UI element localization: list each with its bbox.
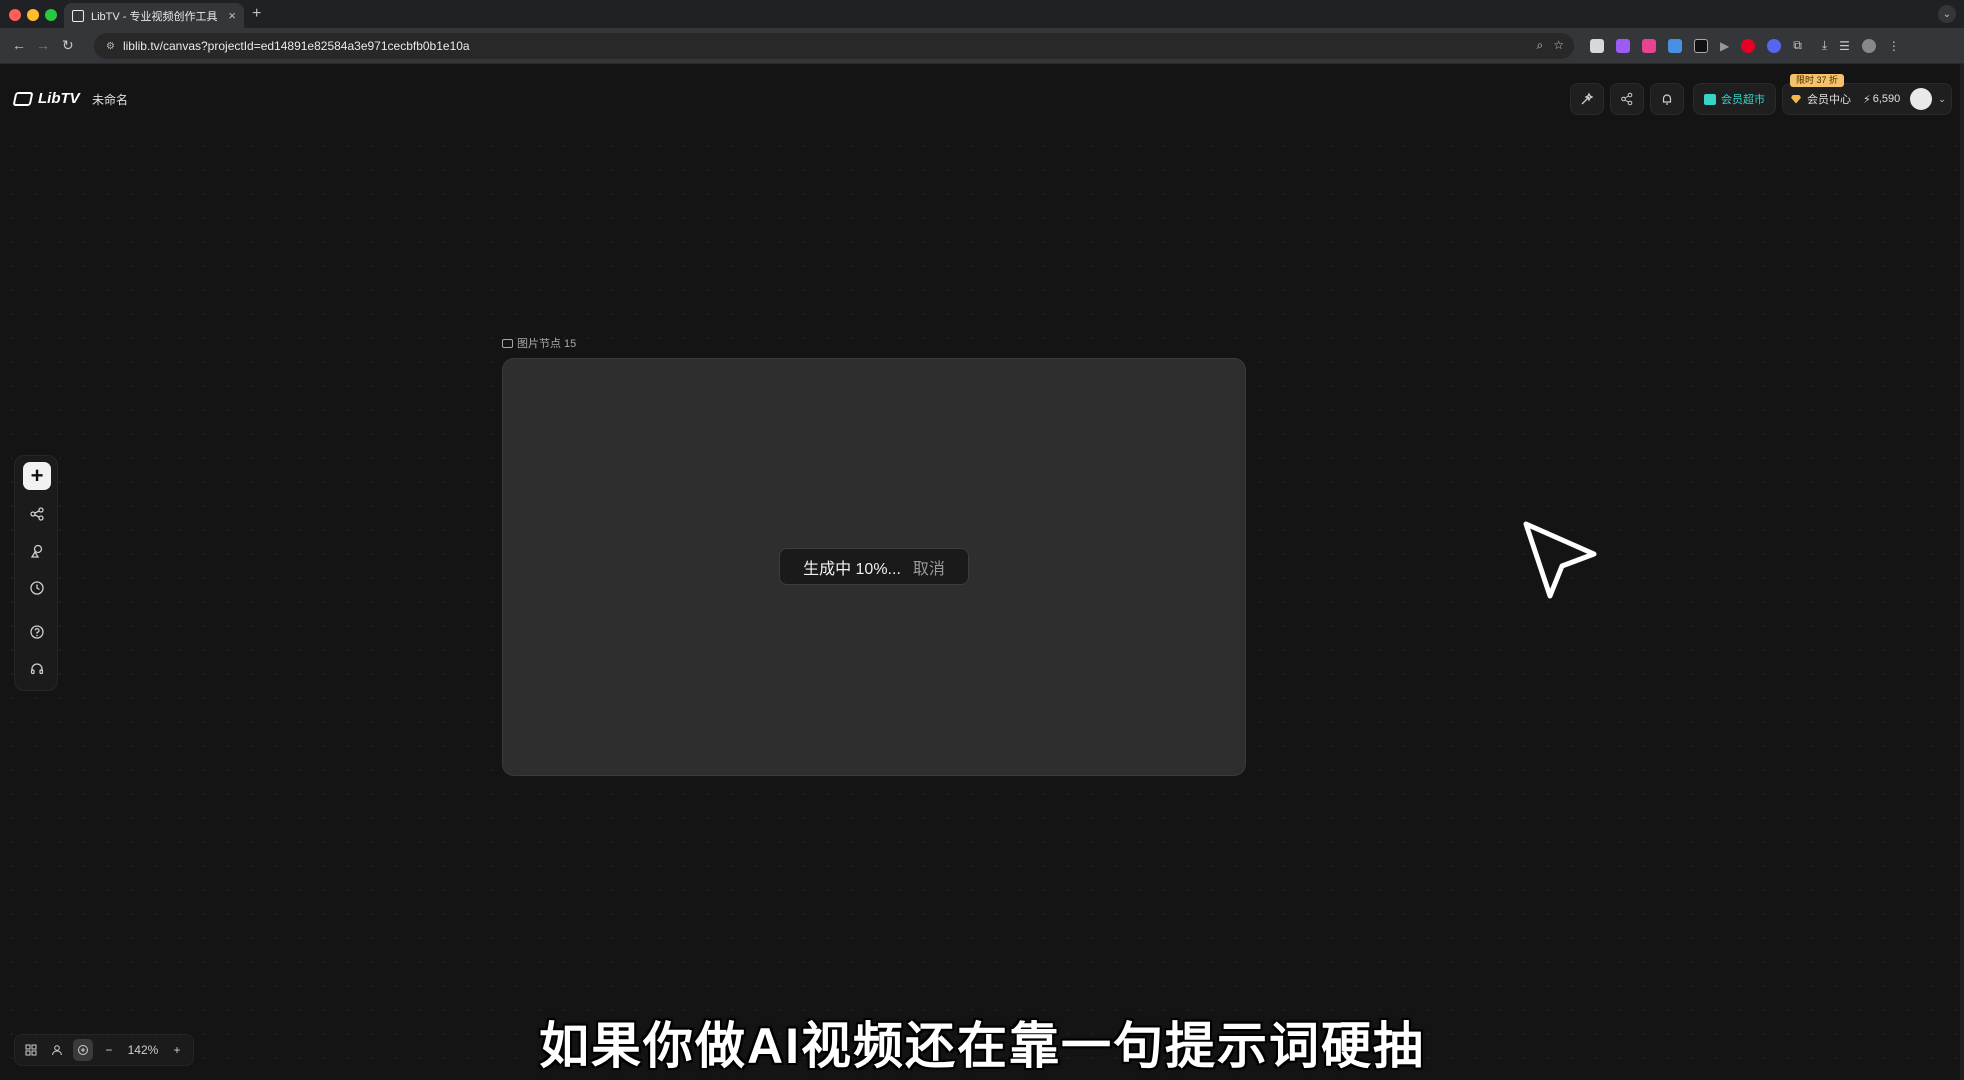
extension-icon[interactable] [1694,38,1708,53]
reload-icon[interactable]: ↻ [62,37,74,54]
mouse-cursor-icon [1523,521,1597,599]
clock-icon [30,581,44,595]
forward-icon[interactable]: → [36,37,50,53]
image-icon [502,338,513,348]
wand-icon [1581,92,1594,105]
close-window-button[interactable] [9,9,21,21]
member-center-group[interactable]: 会员中心 ⚡ 6,590 ⌄ [1782,83,1952,115]
pinterest-extension-icon[interactable] [1741,38,1756,53]
help-button[interactable] [23,618,51,646]
magic-wand-button[interactable] [1570,83,1604,115]
tab-search-icon[interactable]: ⌄ [1938,5,1956,23]
play-extension-icon[interactable]: ▶ [1720,39,1729,53]
add-node-button[interactable]: + [23,462,51,490]
extension-icon[interactable] [1590,38,1604,53]
node-label-text: 图片节点 15 [517,338,577,350]
member-market-button[interactable]: 会员超市 [1693,83,1776,115]
store-icon [1704,93,1716,105]
cancel-generation-button[interactable]: 取消 [913,555,945,579]
bell-icon [1662,94,1672,105]
libtv-logo[interactable]: LibTV [12,90,80,107]
extensions-row: ▶ ⧉ ⤓ ☰ ⋮ [1590,38,1900,53]
support-button[interactable] [23,655,51,683]
headset-icon [30,663,44,675]
progress-text: 生成中 10%... [803,560,901,578]
tab-title: LibTV - 专业视频创作工具 [91,10,218,23]
reading-list-icon[interactable]: ☰ [1839,39,1850,53]
maximize-window-button[interactable] [45,9,57,21]
notification-button[interactable] [1650,83,1684,115]
workflow-icon [30,507,44,521]
window-edge [1960,64,1964,1080]
project-title[interactable]: 未命名 [92,91,128,108]
chevron-down-icon[interactable]: ⌄ [1938,94,1946,105]
share-icon [1621,92,1633,106]
lightning-icon: ⚡ [1863,93,1871,106]
zoom-icon[interactable]: ⌕ [1537,38,1544,53]
logo-text: LibTV [38,90,80,107]
browser-tab[interactable]: LibTV - 专业视频创作工具 × [64,3,244,28]
app-header: LibTV 未命名 会员超市 会员中心 ⚡ 6,590 ⌄ 限时 37 折 [0,64,1964,134]
libtv-logo-icon [12,91,34,106]
site-settings-icon[interactable]: ⚙ [106,41,115,52]
extension-icon[interactable] [1767,38,1782,53]
bookmark-star-icon[interactable]: ☆ [1553,38,1564,53]
credits-count: 6,590 [1872,93,1901,105]
new-tab-button[interactable]: + [252,5,261,23]
download-icon[interactable]: ⤓ [1822,38,1827,53]
back-icon[interactable]: ← [12,37,26,53]
more-menu-icon[interactable]: ⋮ [1888,39,1900,53]
libtv-favicon-icon [72,9,84,22]
address-bar[interactable]: ⚙ liblib.tv/canvas?projectId=ed14891e825… [94,33,1574,59]
left-toolbar: + [14,455,58,691]
video-subtitle: 如果你做AI视频还在靠一句提示词硬抽 [539,1018,1425,1074]
promo-badge: 限时 37 折 [1790,74,1845,87]
browser-tab-bar: LibTV - 专业视频创作工具 × + ⌄ [0,0,1964,28]
tab-close-icon[interactable]: × [228,8,236,23]
extension-icon[interactable] [1642,38,1656,53]
diamond-icon [1791,94,1801,104]
assets-button[interactable] [23,537,51,565]
workflow-button[interactable] [23,500,51,528]
node-label: 图片节点 15 [502,335,576,351]
history-button[interactable] [23,574,51,602]
minimize-window-button[interactable] [27,9,39,21]
url-text: liblib.tv/canvas?projectId=ed14891e82584… [122,39,470,53]
member-center-label: 会员中心 [1807,94,1851,106]
share-button[interactable] [1610,83,1644,115]
shapes-icon [30,544,43,558]
user-avatar[interactable] [1910,88,1933,110]
market-label: 会员超市 [1721,94,1765,106]
generation-progress: 生成中 10%... 取消 [779,548,969,585]
help-icon [30,625,44,639]
puzzle-extensions-icon[interactable]: ⧉ [1793,38,1802,53]
translate-extension-icon[interactable] [1668,38,1682,53]
extension-icon[interactable] [1616,38,1630,53]
profile-avatar-icon[interactable] [1861,38,1876,53]
